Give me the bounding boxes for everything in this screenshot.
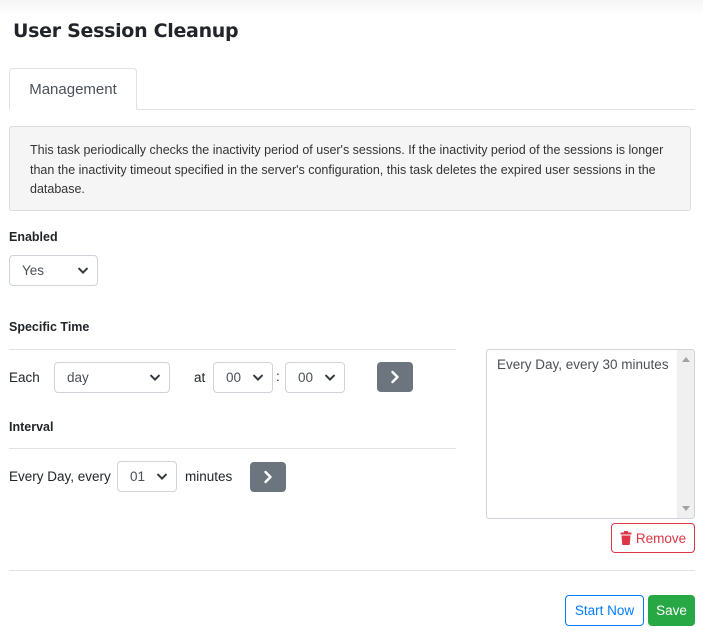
chevron-down-icon bbox=[77, 266, 89, 274]
trash-icon bbox=[620, 531, 632, 545]
add-interval-button[interactable] bbox=[250, 462, 286, 492]
minute-select[interactable]: 00 bbox=[285, 362, 345, 393]
add-specific-time-button[interactable] bbox=[377, 362, 413, 392]
save-label: Save bbox=[656, 603, 687, 618]
schedule-list-item[interactable]: Every Day, every 30 minutes bbox=[497, 357, 669, 372]
tab-management[interactable]: Management bbox=[9, 68, 137, 110]
listbox-scrollbar[interactable] bbox=[677, 350, 694, 518]
chevron-down-icon bbox=[252, 373, 264, 381]
interval-label: Interval bbox=[9, 420, 54, 434]
task-description: This task periodically checks the inacti… bbox=[9, 126, 691, 211]
scroll-up-icon[interactable] bbox=[682, 357, 690, 362]
remove-button[interactable]: Remove bbox=[611, 523, 695, 553]
chevron-right-icon bbox=[264, 470, 272, 484]
at-label: at bbox=[194, 370, 206, 385]
chevron-down-icon bbox=[149, 373, 161, 381]
interval-minutes-value: 01 bbox=[130, 469, 146, 484]
each-period-select[interactable]: day bbox=[54, 362, 170, 393]
hour-value: 00 bbox=[226, 370, 242, 385]
remove-button-label: Remove bbox=[635, 530, 687, 546]
each-label: Each bbox=[9, 370, 40, 385]
interval-suffix: minutes bbox=[185, 469, 233, 484]
specific-time-label: Specific Time bbox=[9, 320, 90, 334]
save-button[interactable]: Save bbox=[648, 595, 695, 626]
chevron-down-icon bbox=[324, 373, 336, 381]
schedule-listbox[interactable]: Every Day, every 30 minutes bbox=[486, 349, 695, 519]
scroll-down-icon[interactable] bbox=[682, 506, 690, 511]
chevron-right-icon bbox=[391, 370, 399, 384]
minute-value: 00 bbox=[298, 370, 314, 385]
time-separator: : bbox=[276, 369, 280, 384]
chevron-down-icon bbox=[156, 472, 168, 480]
interval-prefix: Every Day, every bbox=[9, 469, 111, 484]
enabled-select-value: Yes bbox=[22, 263, 45, 278]
tab-management-label: Management bbox=[29, 80, 117, 98]
specific-time-divider bbox=[9, 349, 456, 350]
start-now-label: Start Now bbox=[574, 603, 635, 618]
top-shade bbox=[0, 0, 703, 16]
enabled-select[interactable]: Yes bbox=[9, 255, 98, 286]
footer-divider bbox=[9, 570, 695, 571]
hour-select[interactable]: 00 bbox=[213, 362, 273, 393]
each-period-value: day bbox=[67, 370, 89, 385]
interval-divider bbox=[9, 448, 456, 449]
start-now-button[interactable]: Start Now bbox=[565, 595, 644, 626]
page-title: User Session Cleanup bbox=[13, 20, 239, 42]
interval-minutes-select[interactable]: 01 bbox=[117, 461, 177, 492]
enabled-label: Enabled bbox=[9, 230, 58, 244]
